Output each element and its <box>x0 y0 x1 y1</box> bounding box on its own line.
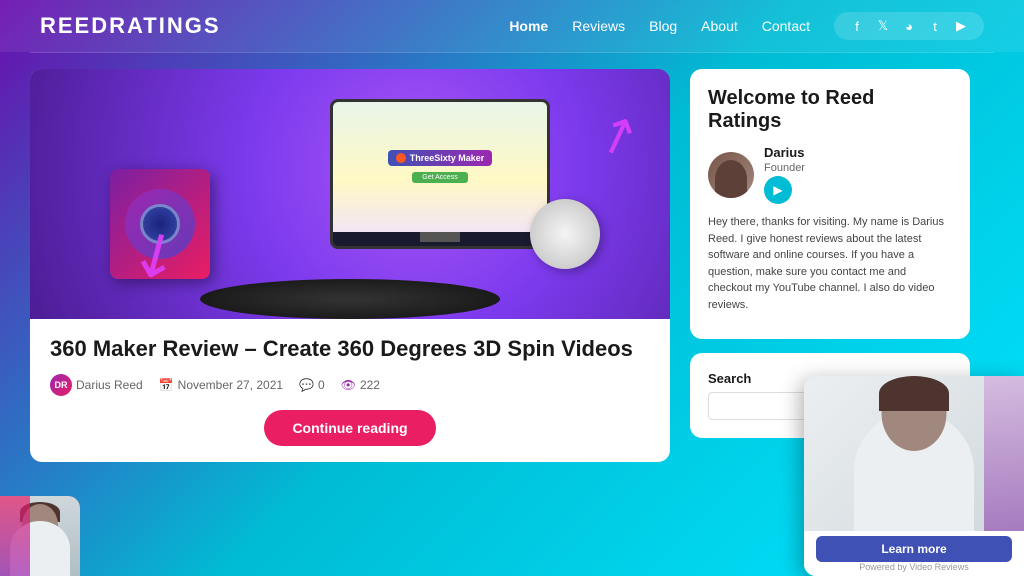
face-hair <box>879 376 949 411</box>
camera-360 <box>530 199 600 269</box>
monitor-stand <box>420 232 460 242</box>
continue-reading-button[interactable]: Continue reading <box>264 410 435 446</box>
meta-views: 👁 222 <box>341 378 380 392</box>
twitter-icon[interactable]: 𝕏 <box>874 18 892 34</box>
monitor-display: ThreeSixty Maker Get Access <box>330 99 550 249</box>
nav-contact[interactable]: Contact <box>762 18 810 34</box>
product-platform <box>200 279 500 319</box>
article-date: November 27, 2021 <box>178 378 283 392</box>
founder-role: Founder <box>764 162 805 174</box>
article-image: ThreeSixty Maker Get Access ↙ ↙ <box>30 69 670 319</box>
comment-count: 0 <box>318 378 325 392</box>
comment-icon: 💬 <box>299 378 314 392</box>
founder-info: Darius Founder ▶ <box>764 145 805 204</box>
author-name: Darius Reed <box>76 378 143 392</box>
article-body: 360 Maker Review – Create 360 Degrees 3D… <box>30 319 670 462</box>
founder-row: Darius Founder ▶ <box>708 145 952 204</box>
logo-circle <box>396 153 406 163</box>
nav-home[interactable]: Home <box>509 18 548 34</box>
video-popup-bottom: Learn more Powered by Video Reviews <box>804 531 1024 576</box>
calendar-icon: 📅 <box>159 378 174 392</box>
sidebar-bio: Hey there, thanks for visiting. My name … <box>708 214 952 313</box>
avatar-silhouette <box>715 160 747 198</box>
tumblr-icon[interactable]: t <box>926 19 944 34</box>
author-avatar: DR <box>50 374 72 396</box>
founder-avatar <box>708 152 754 198</box>
powered-by-label: Powered by Video Reviews <box>859 562 968 572</box>
view-count: 222 <box>360 378 380 392</box>
meta-author: DR Darius Reed <box>50 374 143 396</box>
welcome-card: Welcome to Reed Ratings Darius Founder ▶… <box>690 69 970 339</box>
main-nav: Home Reviews Blog About Contact f 𝕏 ◕ t … <box>509 12 984 40</box>
avatar-stripe <box>0 496 30 576</box>
facebook-icon[interactable]: f <box>848 19 866 34</box>
monitor-cta-button: Get Access <box>412 172 467 183</box>
youtube-icon[interactable]: ▶ <box>952 18 970 34</box>
product-lens <box>140 204 180 244</box>
views-icon: 👁 <box>341 378 356 392</box>
monitor-screen: ThreeSixty Maker Get Access <box>333 102 547 232</box>
site-logo: ReedRatings <box>40 13 221 39</box>
article-card: ThreeSixty Maker Get Access ↙ ↙ 360 Make… <box>30 69 670 462</box>
meta-date: 📅 November 27, 2021 <box>159 378 283 392</box>
social-icons-bar: f 𝕏 ◕ t ▶ <box>834 12 984 40</box>
site-header: ReedRatings Home Reviews Blog About Cont… <box>0 0 1024 52</box>
article-title: 360 Maker Review – Create 360 Degrees 3D… <box>50 335 650 364</box>
meta-comments: 💬 0 <box>299 378 325 392</box>
learn-more-button[interactable]: Learn more <box>816 536 1012 562</box>
nav-reviews[interactable]: Reviews <box>572 18 625 34</box>
article-meta: DR Darius Reed 📅 November 27, 2021 💬 0 👁… <box>50 374 650 396</box>
pinterest-icon[interactable]: ◕ <box>900 19 918 34</box>
video-popup: Learn more Powered by Video Reviews <box>804 376 1024 576</box>
founder-youtube-button[interactable]: ▶ <box>764 176 792 204</box>
product-box-inner <box>125 189 195 259</box>
nav-blog[interactable]: Blog <box>649 18 677 34</box>
sidebar-stripe <box>984 376 1024 531</box>
avatar-face <box>0 496 80 576</box>
video-face <box>804 376 1024 531</box>
founder-name: Darius <box>764 145 805 160</box>
product-box <box>110 169 210 279</box>
threesixty-logo: ThreeSixty Maker <box>388 150 493 166</box>
nav-about[interactable]: About <box>701 18 738 34</box>
welcome-title: Welcome to Reed Ratings <box>708 87 952 133</box>
bottom-avatar <box>0 496 80 576</box>
